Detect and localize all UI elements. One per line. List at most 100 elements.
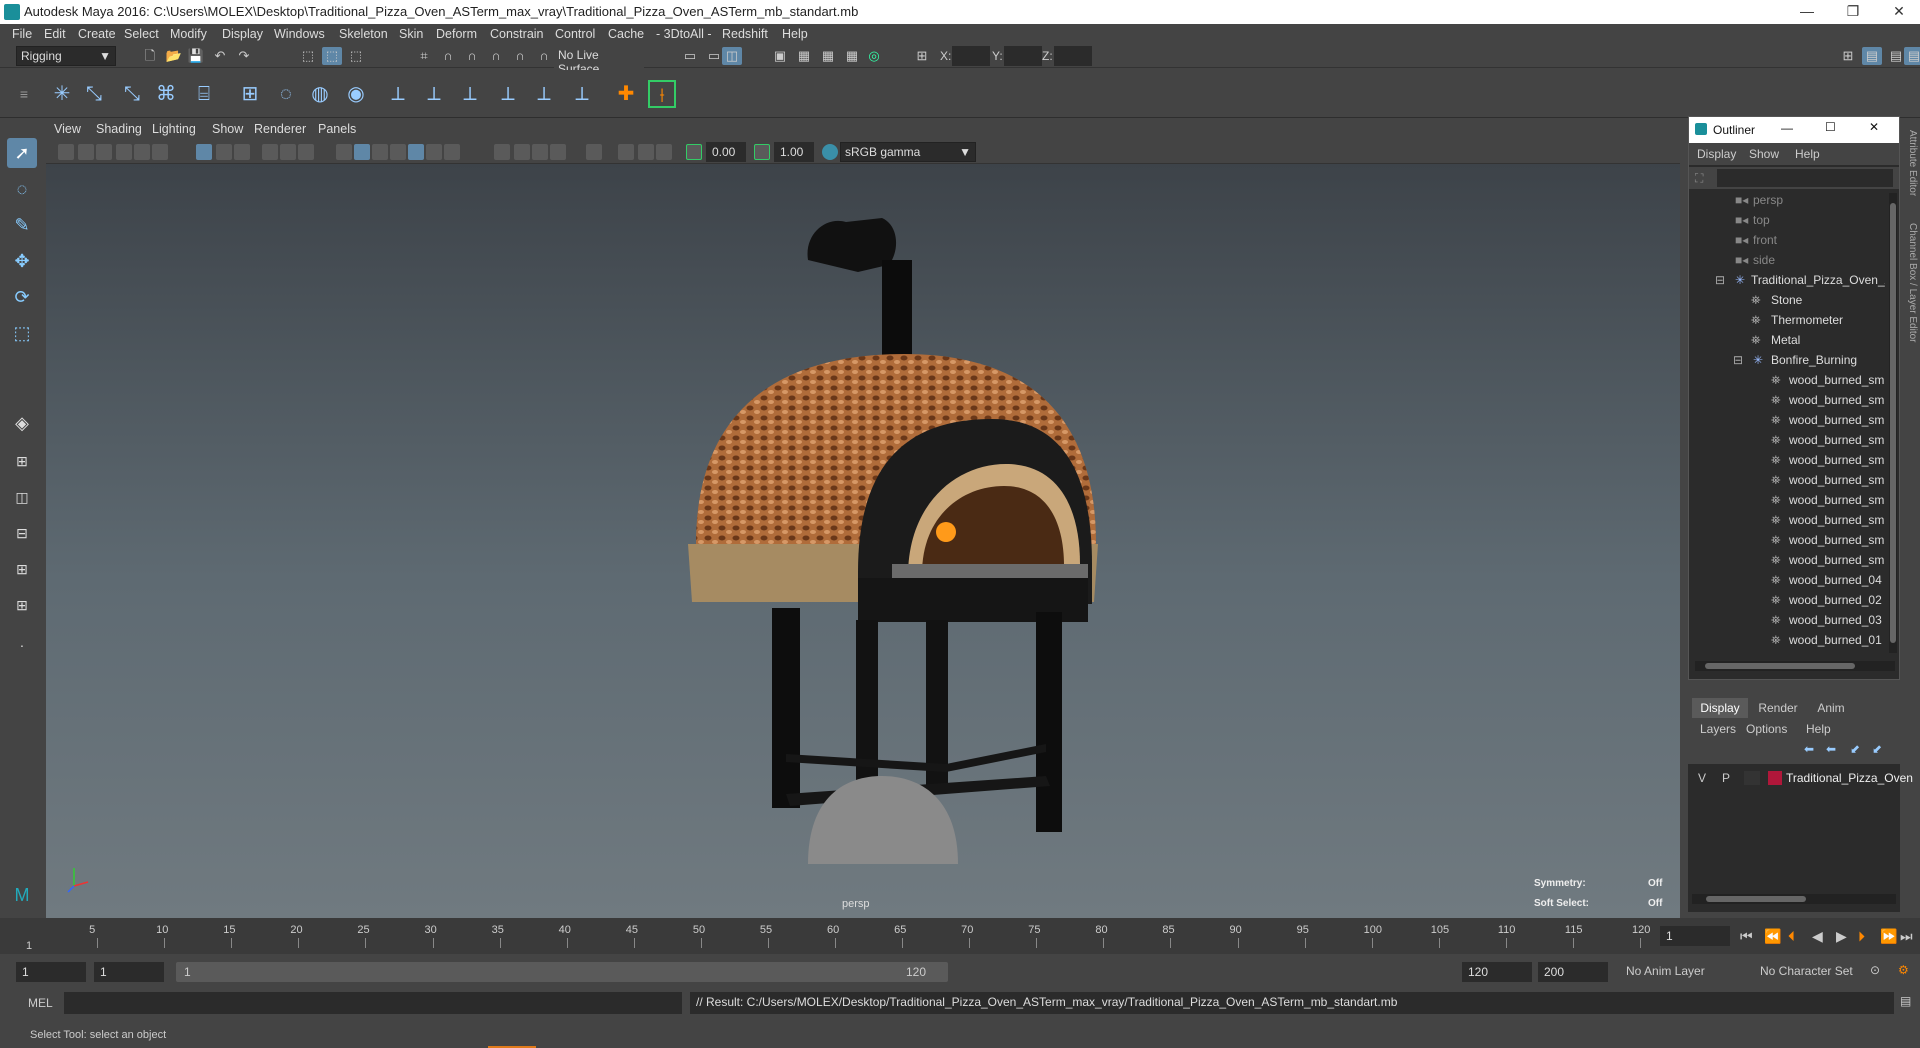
outliner-item[interactable]: wood_burned_sm <box>1789 413 1884 427</box>
layout-four-view-icon[interactable]: ⊞ <box>7 446 37 476</box>
snap-point-icon[interactable]: ∩ <box>462 47 482 65</box>
tab-render[interactable]: Render <box>1752 698 1804 718</box>
outliner-item[interactable]: Thermometer <box>1771 313 1843 327</box>
oven-model[interactable] <box>688 218 1098 864</box>
layout-outliner-icon[interactable]: ⊟ <box>7 518 37 548</box>
render-current-icon[interactable]: ▦ <box>794 47 814 65</box>
open-scene-icon[interactable]: 📂 <box>164 47 184 65</box>
layout-graph-icon[interactable]: ⊞ <box>7 554 37 584</box>
render-settings-icon[interactable]: ▦ <box>842 47 862 65</box>
layout-two-view-icon[interactable]: ◫ <box>7 482 37 512</box>
preferences-icon[interactable]: ⚙ <box>1898 963 1909 977</box>
channel-box-toggle-icon[interactable]: ▤ <box>1904 47 1920 65</box>
layer-menu-layers[interactable]: Layers <box>1700 722 1736 736</box>
menu-file[interactable]: File <box>12 27 32 41</box>
outliner-item[interactable]: Traditional_Pizza_Oven_AS <box>1751 273 1885 287</box>
menu-skeleton[interactable]: Skeleton <box>339 27 388 41</box>
tab-anim[interactable]: Anim <box>1808 698 1854 718</box>
vp-menu-lighting[interactable]: Lighting <box>152 122 196 136</box>
select-hierarchy-icon[interactable]: ⬚ <box>298 47 318 65</box>
vp-menu-panels[interactable]: Panels <box>318 122 356 136</box>
camera-attributes-icon[interactable] <box>78 144 94 160</box>
scale-constraint-icon[interactable]: ⟂ <box>494 80 522 108</box>
time-ticks[interactable]: 5 10 15 20 25 30 35 40 45 50 55 60 65 70 75 80 85 90 95 100… <box>30 918 1650 954</box>
2d-pan-zoom-icon[interactable] <box>134 144 150 160</box>
film-gate-icon[interactable] <box>216 144 232 160</box>
transform-lock-icon[interactable]: ⊞ <box>912 47 932 65</box>
wireframe-on-shaded-icon[interactable] <box>390 144 406 160</box>
auto-key-icon[interactable]: ⊙ <box>1870 963 1880 977</box>
save-scene-icon[interactable]: 💾 <box>186 47 206 65</box>
pole-vector-icon[interactable]: ⟂ <box>568 80 596 108</box>
layout-hypershade-icon[interactable]: ⊞ <box>7 590 37 620</box>
orient-constraint-icon[interactable]: ⟂ <box>456 80 484 108</box>
outliner-item[interactable]: wood_burned_02 <box>1789 593 1882 607</box>
menu-deform[interactable]: Deform <box>436 27 477 41</box>
xray-icon[interactable] <box>618 144 634 160</box>
outliner-menu-help[interactable]: Help <box>1795 147 1820 161</box>
outliner-item[interactable]: side <box>1753 253 1775 267</box>
filter-icon[interactable]: ⛶ <box>1695 171 1703 186</box>
script-editor-icon[interactable]: ▤ <box>1900 994 1911 1008</box>
outliner-tree[interactable]: ■◂ persp ■◂ top ■◂ front ■◂ side ⊟ ✳ Tradition… <box>1689 193 1899 653</box>
layer-menu-help[interactable]: Help <box>1806 722 1831 736</box>
outliner-item[interactable]: wood_burned_sm <box>1789 533 1884 547</box>
scroll-thumb[interactable] <box>1706 896 1806 902</box>
vp-menu-renderer[interactable]: Renderer <box>254 122 306 136</box>
menu-modify[interactable]: Modify <box>170 27 207 41</box>
isolate-select-icon[interactable] <box>586 144 602 160</box>
joint-tool-icon[interactable]: ✳ <box>48 80 76 108</box>
outliner-search-input[interactable] <box>1717 169 1893 187</box>
scale-tool-icon[interactable]: ⬚ <box>7 318 37 348</box>
lattice-icon[interactable]: ⊞ <box>236 80 264 108</box>
motion-blur-icon[interactable] <box>514 144 530 160</box>
locator-icon[interactable]: ✚ <box>612 80 640 108</box>
outliner-item[interactable]: wood_burned_04 <box>1789 573 1882 587</box>
outliner-item[interactable]: wood_burned_sm <box>1789 433 1884 447</box>
menu-cache[interactable]: Cache <box>608 27 644 41</box>
playback-end-field[interactable]: 120 <box>1462 962 1532 982</box>
minimize-button[interactable]: — <box>1784 0 1830 24</box>
safe-action-icon[interactable] <box>298 144 314 160</box>
layout-custom-icon[interactable]: · <box>7 630 37 660</box>
outliner-item[interactable]: wood_burned_sm <box>1789 453 1884 467</box>
aim-constraint-icon[interactable]: ⟂ <box>420 80 448 108</box>
outliner-item[interactable]: Stone <box>1771 293 1802 307</box>
color-space-dropdown[interactable]: sRGB gamma ▼ <box>840 142 976 162</box>
minimize-icon[interactable]: — <box>1781 121 1793 135</box>
menu-create[interactable]: Create <box>78 27 116 41</box>
layer-move-down-icon[interactable]: ⬅ <box>1826 742 1836 756</box>
ik-handle-icon[interactable]: ⤡ <box>80 80 108 108</box>
undo-icon[interactable]: ↶ <box>210 47 230 65</box>
select-component-icon[interactable]: ⬚ <box>346 47 366 65</box>
outliner-item[interactable]: wood_burned_sm <box>1789 553 1884 567</box>
gamma-field[interactable]: 1.00 <box>774 142 814 162</box>
new-scene-icon[interactable]: 🗋 <box>140 47 160 65</box>
outliner-item[interactable]: wood_burned_sm <box>1789 473 1884 487</box>
vp-menu-show[interactable]: Show <box>212 122 243 136</box>
exposure-field[interactable]: 0.00 <box>706 142 746 162</box>
output-icon[interactable]: ▭ <box>704 47 724 65</box>
grid-icon[interactable] <box>196 144 212 160</box>
single-view-icon[interactable]: ◈ <box>7 408 37 438</box>
menu-skin[interactable]: Skin <box>399 27 423 41</box>
menu-3dtoall[interactable]: - 3DtoAll - <box>656 27 712 41</box>
collapse-icon[interactable]: ⊟ <box>1733 353 1743 367</box>
outliner-menu-show[interactable]: Show <box>1749 147 1779 161</box>
hypershade-icon[interactable]: ◎ <box>864 47 884 65</box>
maximize-icon[interactable]: ☐ <box>1825 120 1836 134</box>
shelf-menu-icon[interactable]: ≡ <box>10 80 38 108</box>
ambient-occlusion-icon[interactable] <box>494 144 510 160</box>
anti-aliasing-icon[interactable] <box>532 144 548 160</box>
restore-button[interactable]: ❐ <box>1830 0 1876 24</box>
layer-row[interactable]: V P Traditional_Pizza_Oven <box>1688 768 1913 788</box>
character-set-dropdown[interactable]: No Character Set <box>1760 964 1880 978</box>
viewport-canvas[interactable] <box>46 164 1680 918</box>
wireframe-icon[interactable] <box>336 144 352 160</box>
time-slider[interactable]: 5 10 15 20 25 30 35 40 45 50 55 60 65 70 75 80 85 90 95 100… <box>0 918 1920 954</box>
menu-constrain[interactable]: Constrain <box>490 27 544 41</box>
range-slider[interactable]: 1 120 <box>176 962 948 982</box>
menu-redshift[interactable]: Redshift <box>722 27 768 41</box>
snap-curve-icon[interactable]: ∩ <box>438 47 458 65</box>
close-icon[interactable]: ✕ <box>1869 120 1879 134</box>
